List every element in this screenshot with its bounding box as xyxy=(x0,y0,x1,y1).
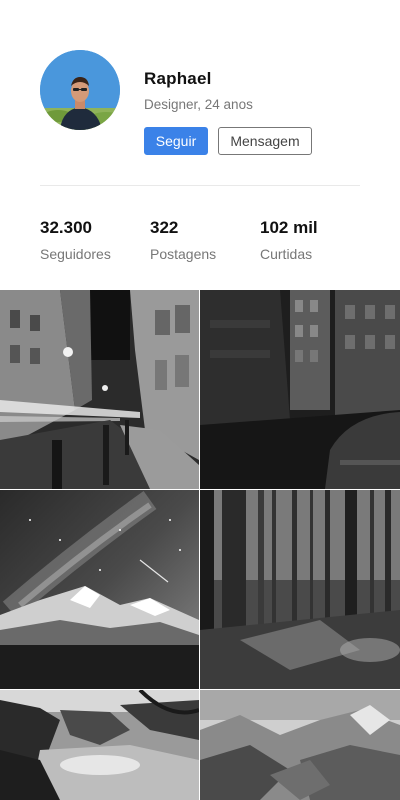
follow-button[interactable]: Seguir xyxy=(144,127,208,155)
photo-city-buildings[interactable] xyxy=(200,290,400,489)
stat-posts[interactable]: 322 Postagens xyxy=(150,218,216,262)
photo-coast[interactable] xyxy=(0,690,199,800)
profile-subtitle: Designer, 24 anos xyxy=(144,97,253,112)
photo-street-night[interactable] xyxy=(0,290,199,489)
stat-value: 32.300 xyxy=(40,218,92,237)
stat-likes[interactable]: 102 mil Curtidas xyxy=(260,218,318,262)
message-button[interactable]: Mensagem xyxy=(218,127,312,155)
photo-forest[interactable] xyxy=(200,490,400,689)
stat-followers[interactable]: 32.300 Seguidores xyxy=(40,218,111,262)
photo-valley[interactable] xyxy=(200,690,400,800)
divider xyxy=(40,185,360,186)
stat-value: 102 mil xyxy=(260,218,318,237)
avatar[interactable] xyxy=(40,50,120,130)
photo-mountains-night[interactable] xyxy=(0,490,199,689)
stat-label: Curtidas xyxy=(260,246,313,262)
stat-value: 322 xyxy=(150,218,179,237)
photo-grid xyxy=(0,290,400,800)
stat-label: Postagens xyxy=(150,246,217,262)
profile-header: Raphael Designer, 24 anos Seguir Mensage… xyxy=(0,0,400,186)
stat-label: Seguidores xyxy=(40,246,111,262)
profile-name: Raphael xyxy=(144,69,212,88)
